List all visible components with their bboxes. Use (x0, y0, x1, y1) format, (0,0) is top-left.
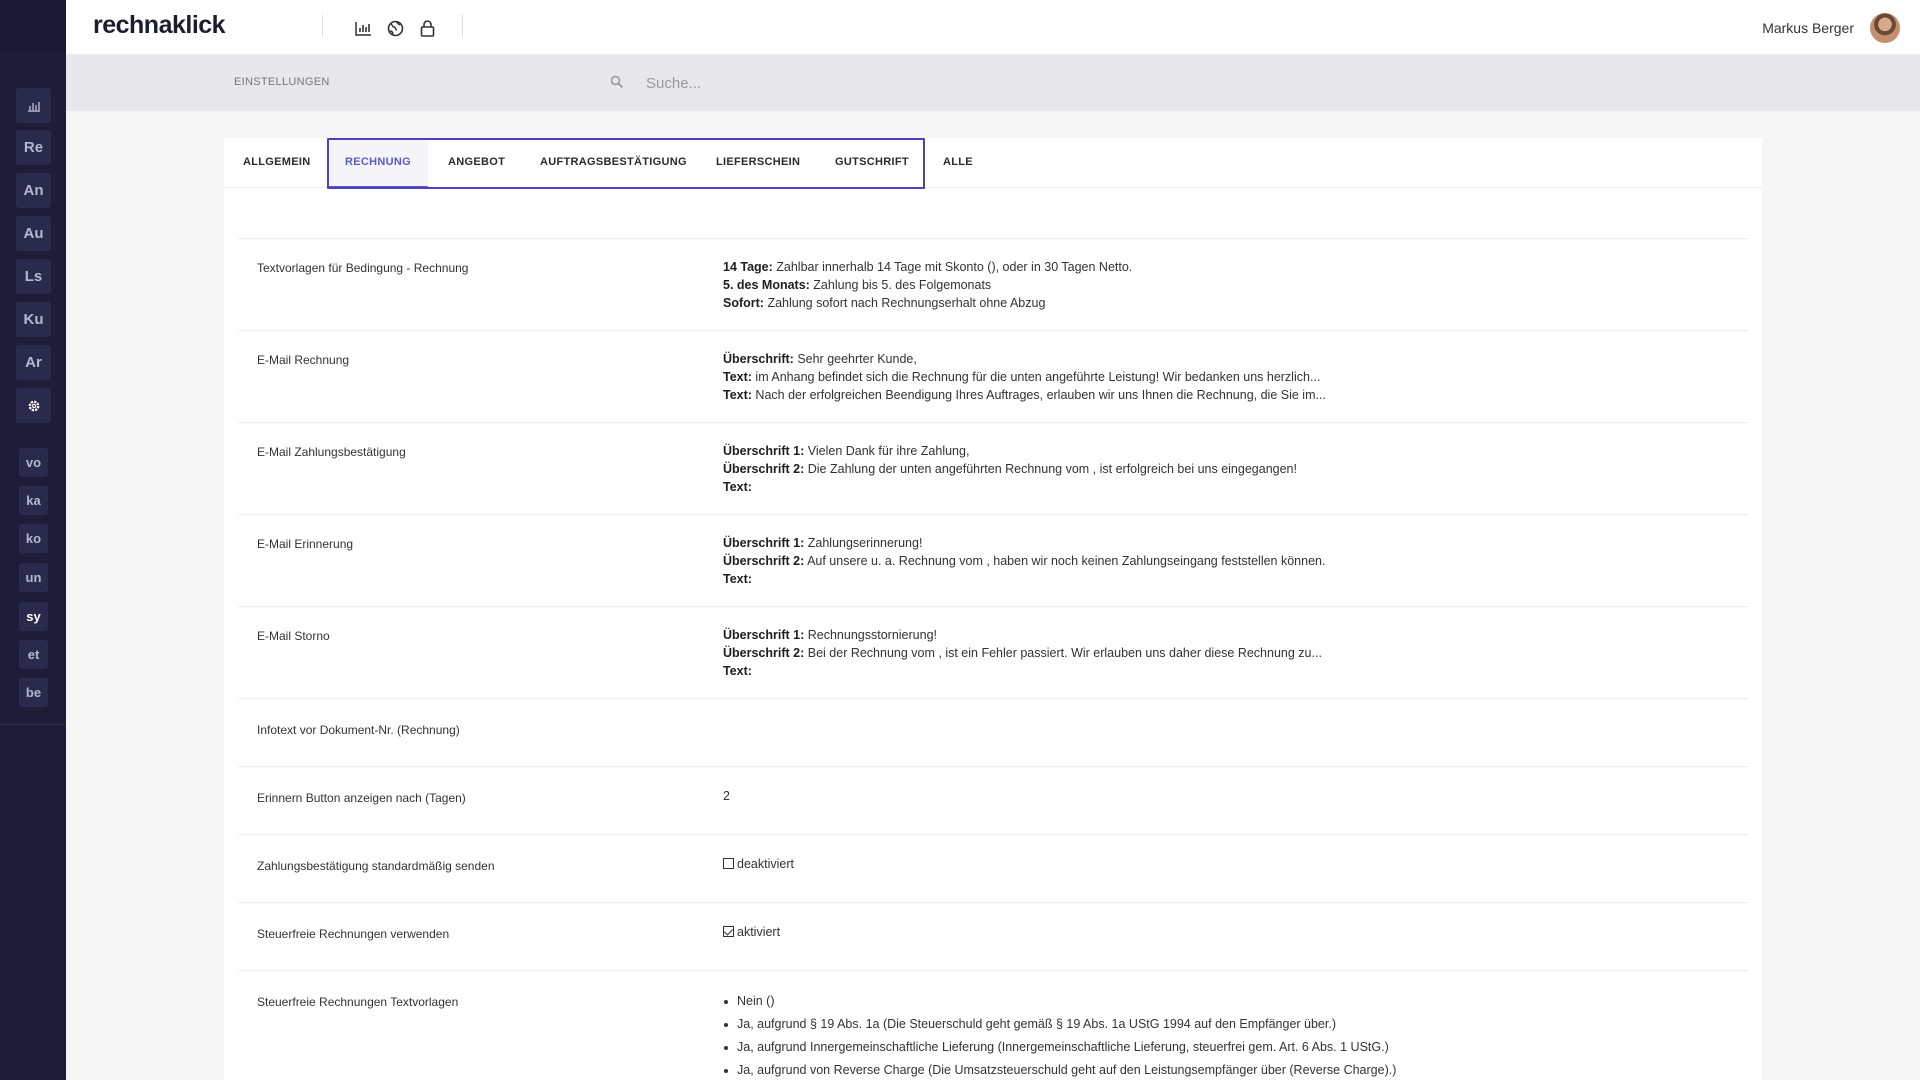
sidebar-top (0, 0, 66, 54)
list-item: Ja, aufgrund Innergemeinschaftliche Lief… (723, 1036, 1396, 1059)
row-label: Erinnern Button anzeigen nach (Tagen) (257, 791, 466, 805)
sidebar-item-et[interactable]: et (19, 640, 48, 669)
header-divider (322, 15, 323, 37)
globe-icon[interactable] (384, 17, 406, 39)
row-label: E-Mail Storno (257, 629, 330, 643)
row-value: 2 (723, 789, 730, 803)
tab-allgemein[interactable]: ALLGEMEIN (243, 156, 310, 168)
sidebar-item-au[interactable]: Au (16, 216, 51, 251)
row-label: E-Mail Erinnerung (257, 537, 354, 551)
tab-group-highlight (327, 138, 925, 189)
row-value: Überschrift 1: Zahlungserinnerung! Übers… (723, 536, 1326, 586)
row-value: deaktiviert (723, 855, 794, 873)
sidebar-item-be[interactable]: be (19, 678, 48, 707)
search-icon (610, 75, 624, 94)
row-value: 14 Tage: Zahlbar innerhalb 14 Tage mit S… (723, 260, 1133, 310)
checkbox-label: deaktiviert (737, 857, 794, 871)
search-input[interactable] (646, 68, 1046, 98)
settings-row-infotext[interactable]: Infotext vor Dokument-Nr. (Rechnung) (238, 698, 1748, 766)
row-value: Überschrift: Sehr geehrter Kunde, Text: … (723, 352, 1326, 402)
top-header: rechnaklick Markus Berger (66, 0, 1920, 55)
lock-icon[interactable] (416, 17, 438, 39)
row-value: aktiviert (723, 923, 780, 941)
list-item: Ja, aufgrund § 19 Abs. 1a (Die Steuersch… (723, 1013, 1396, 1036)
settings-row-steuerfrei[interactable]: Steuerfreie Rechnungen verwenden aktivie… (238, 902, 1748, 970)
row-label: Zahlungsbestätigung standardmäßig senden (257, 859, 495, 873)
chart-icon[interactable] (352, 17, 374, 39)
list-item: Nein () (723, 990, 1396, 1013)
left-sidebar: Re An Au Ls Ku Ar vo ka ko un sy et be (0, 0, 66, 1080)
row-value: Überschrift 1: Vielen Dank für ihre Zahl… (723, 444, 1297, 494)
sidebar-item-sy[interactable]: sy (19, 602, 48, 631)
sidebar-dashboard-icon[interactable] (16, 88, 51, 123)
row-label: Textvorlagen für Bedingung - Rechnung (257, 261, 469, 275)
user-avatar[interactable] (1870, 13, 1900, 43)
sidebar-item-ko[interactable]: ko (19, 524, 48, 553)
settings-list: Textvorlagen für Bedingung - Rechnung 14… (238, 238, 1748, 1080)
tab-bar: ALLGEMEIN RECHNUNG ANGEBOT AUFTRAGSBESTÄ… (224, 138, 1762, 189)
sidebar-settings-gear-icon[interactable] (16, 388, 51, 423)
app-logo[interactable]: rechnaklick (93, 11, 226, 40)
checkbox-unchecked[interactable] (723, 858, 734, 869)
sub-header: EINSTELLUNGEN (66, 55, 1920, 111)
settings-row-email-storno[interactable]: E-Mail Storno Überschrift 1: Rechnungsst… (238, 606, 1748, 698)
bullet-list: Nein () Ja, aufgrund § 19 Abs. 1a (Die S… (723, 990, 1396, 1080)
settings-row-zahlungsbestaetigung-senden[interactable]: Zahlungsbestätigung standardmäßig senden… (238, 834, 1748, 902)
row-label: Steuerfreie Rechnungen verwenden (257, 927, 450, 941)
sidebar-item-ls[interactable]: Ls (16, 259, 51, 294)
tab-alle[interactable]: ALLE (943, 156, 973, 168)
settings-row-email-zahlungsbestaetigung[interactable]: E-Mail Zahlungsbestätigung Überschrift 1… (238, 422, 1748, 514)
sidebar-item-un[interactable]: un (19, 563, 48, 592)
settings-row-email-rechnung[interactable]: E-Mail Rechnung Überschrift: Sehr geehrt… (238, 330, 1748, 422)
settings-card: ALLGEMEIN RECHNUNG ANGEBOT AUFTRAGSBESTÄ… (224, 138, 1762, 1080)
sidebar-divider (0, 724, 66, 725)
checkbox-label: aktiviert (737, 925, 781, 939)
row-label: E-Mail Rechnung (257, 353, 350, 367)
sidebar-item-vo[interactable]: vo (19, 448, 48, 477)
sidebar-item-ku[interactable]: Ku (16, 302, 51, 337)
row-label: E-Mail Zahlungsbestätigung (257, 445, 406, 459)
sidebar-item-an[interactable]: An (16, 173, 51, 208)
settings-row-erinnern-button[interactable]: Erinnern Button anzeigen nach (Tagen) 2 (238, 766, 1748, 834)
row-value: Nein () Ja, aufgrund § 19 Abs. 1a (Die S… (723, 990, 1396, 1080)
row-value: Überschrift 1: Rechnungsstornierung! Übe… (723, 628, 1322, 678)
row-label: Infotext vor Dokument-Nr. (Rechnung) (257, 723, 460, 737)
checkbox-checked[interactable] (723, 926, 734, 937)
header-divider (462, 15, 463, 37)
row-label: Steuerfreie Rechnungen Textvorlagen (257, 995, 459, 1009)
settings-row-steuerfrei-vorlagen[interactable]: Steuerfreie Rechnungen Textvorlagen Nein… (238, 970, 1748, 1080)
settings-row-textvorlagen[interactable]: Textvorlagen für Bedingung - Rechnung 14… (238, 238, 1748, 330)
sidebar-item-ar[interactable]: Ar (16, 345, 51, 380)
list-item: Ja, aufgrund von Reverse Charge (Die Ums… (723, 1059, 1396, 1080)
settings-row-email-erinnerung[interactable]: E-Mail Erinnerung Überschrift 1: Zahlung… (238, 514, 1748, 606)
sidebar-item-re[interactable]: Re (16, 130, 51, 165)
sidebar-item-ka[interactable]: ka (19, 486, 48, 515)
user-name[interactable]: Markus Berger (1762, 20, 1854, 36)
breadcrumb: EINSTELLUNGEN (234, 76, 330, 88)
